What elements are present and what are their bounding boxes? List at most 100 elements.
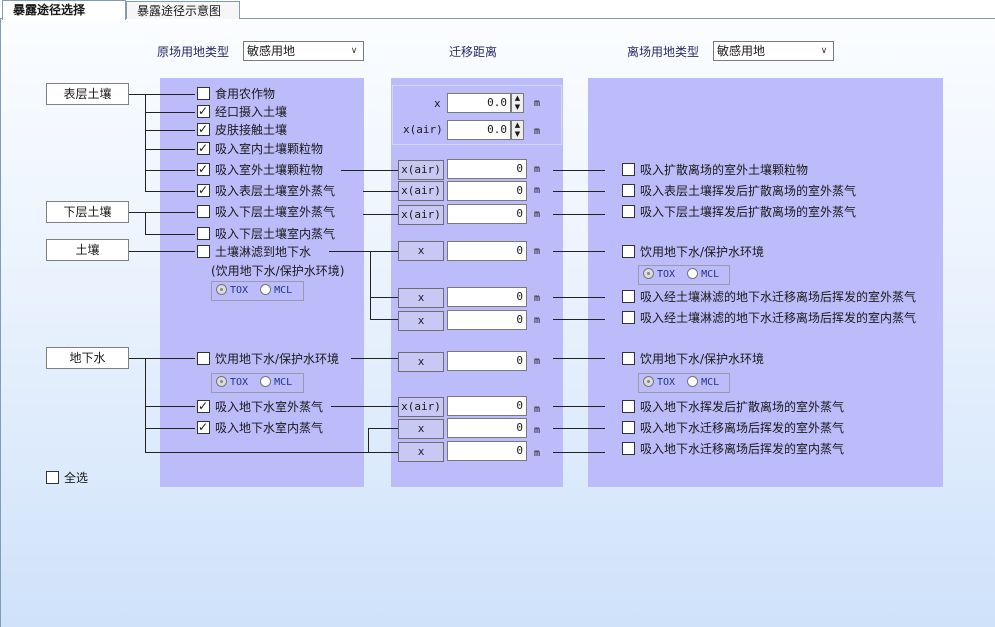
checkbox-label: 吸入经土壤淋滤的地下水迁移离场后挥发的室内蒸气 (640, 311, 917, 325)
unit-label: m (534, 164, 541, 175)
distance-tag: x (398, 352, 444, 372)
gw-indoor-vapor-checkbox[interactable]: 吸入地下水室内蒸气 (197, 419, 324, 436)
connector-line (329, 251, 398, 252)
gw-drink-checkbox[interactable]: 饮用地下水/保护水环境 (197, 351, 339, 367)
offsite-surface-vapor-checkbox[interactable]: 吸入表层土壤挥发后扩散离场的室外蒸气 (622, 183, 856, 199)
checkbox-label: 吸入室内土壤颗粒物 (215, 142, 324, 156)
oral-soil-checkbox[interactable]: 经口摄入土壤 (197, 103, 288, 120)
distance-input[interactable]: 0 (447, 287, 527, 307)
connector-line (145, 170, 195, 171)
checkbox-label: 吸入地下水室外蒸气 (215, 400, 324, 414)
checkbox-box (622, 245, 635, 258)
x-spinner[interactable]: ▲ ▼ (511, 93, 524, 113)
connector-line (370, 319, 398, 320)
sub-indoor-vapor-checkbox[interactable]: 吸入下层土壤室内蒸气 (197, 226, 335, 242)
checkbox-box (622, 184, 635, 197)
connector-line (553, 406, 605, 407)
radio-label: MCL (701, 377, 720, 388)
checkbox-box (622, 290, 635, 303)
checkbox-box (622, 311, 635, 324)
connector-line (341, 170, 398, 171)
distance-input[interactable]: 0 (447, 241, 527, 261)
checkbox-box (197, 161, 210, 177)
distance-input[interactable]: 0 (447, 310, 527, 330)
offsite-drink-gw2-checkbox[interactable]: 饮用地下水/保护水环境 (622, 351, 764, 367)
checkbox-box (622, 421, 635, 434)
connector-line (370, 251, 371, 320)
checkbox-label: 吸入下层土壤室外蒸气 (215, 205, 336, 219)
unit-label: m (534, 425, 541, 436)
indoor-particles-checkbox[interactable]: 吸入室内土壤颗粒物 (197, 140, 324, 157)
distance-input[interactable]: 0 (447, 204, 527, 224)
connector-line (129, 94, 145, 95)
unit-label: m (534, 209, 541, 220)
offsite-particles-checkbox[interactable]: 吸入扩散离场的室外土壤颗粒物 (622, 162, 808, 178)
checkbox-label: 经口摄入土壤 (215, 105, 288, 119)
offsite-type-label: 离场用地类型 (627, 45, 700, 59)
offsite-leach-indoor-checkbox[interactable]: 吸入经土壤淋滤的地下水迁移离场后挥发的室内蒸气 (622, 310, 916, 326)
source-site-type-value: 敏感用地 (247, 44, 296, 58)
checkbox-label: 食用农作物 (215, 87, 276, 101)
connector-line (145, 149, 195, 150)
default-x-air-input[interactable]: 0.0 (447, 120, 511, 140)
checkbox-box (197, 121, 210, 137)
connector-line (129, 358, 195, 359)
distance-input[interactable]: 0 (447, 159, 527, 179)
gw-outdoor-vapor-checkbox[interactable]: 吸入地下水室外蒸气 (197, 398, 324, 415)
connector-line (363, 214, 398, 215)
groundwater-box: 地下水 (46, 347, 129, 369)
distance-input[interactable]: 0 (447, 441, 527, 461)
tab-bar: 暴露途径选择 暴露途径示意图 (0, 0, 995, 20)
connector-line (351, 358, 398, 359)
source-site-type-select[interactable]: 敏感用地 ∨ (243, 41, 364, 61)
tox-radio[interactable] (643, 268, 654, 279)
dermal-soil-checkbox[interactable]: 皮肤接触土壤 (197, 121, 287, 138)
connector-line (553, 319, 605, 320)
offsite-leach-criteria-radio-group: TOX MCL (638, 265, 730, 285)
tab-exposure-pathway-selection[interactable]: 暴露途径选择 (2, 0, 126, 20)
connector-line (129, 212, 145, 213)
checkbox-box (197, 245, 210, 258)
unit-label: m (534, 246, 541, 257)
mcl-radio[interactable] (260, 376, 272, 387)
distance-input[interactable]: 0 (447, 396, 527, 416)
offsite-gw-migrate-indoor-checkbox[interactable]: 吸入地下水迁移离场后挥发的室内蒸气 (622, 441, 844, 457)
offsite-sub-vapor-checkbox[interactable]: 吸入下层土壤挥发后扩散离场的室外蒸气 (622, 204, 856, 220)
select-all-checkbox[interactable]: 全选 (46, 470, 88, 486)
outdoor-particles-checkbox[interactable]: 吸入室外土壤颗粒物 (197, 161, 323, 178)
offsite-drink-gw-checkbox[interactable]: 饮用地下水/保护水环境 (622, 244, 764, 260)
mcl-radio[interactable] (687, 268, 699, 279)
x-air-spinner[interactable]: ▲ ▼ (511, 120, 524, 140)
food-crops-checkbox[interactable]: 食用农作物 (197, 86, 275, 102)
connector-line (553, 214, 605, 215)
offsite-gw-diffuse-outdoor-checkbox[interactable]: 吸入地下水挥发后扩散离场的室外蒸气 (622, 399, 844, 415)
distance-input[interactable]: 0 (447, 418, 527, 438)
tox-radio[interactable] (216, 284, 227, 295)
sub-outdoor-vapor-checkbox[interactable]: 吸入下层土壤室外蒸气 (197, 204, 335, 220)
tox-radio[interactable] (216, 376, 227, 387)
mcl-radio[interactable] (260, 284, 272, 295)
checkbox-label: 吸入地下水室内蒸气 (215, 421, 324, 435)
default-x-input[interactable]: 0.0 (447, 93, 511, 113)
offsite-type-select[interactable]: 敏感用地 ∨ (713, 41, 834, 61)
checkbox-label: 吸入经土壤淋滤的地下水迁移离场后挥发的室外蒸气 (640, 290, 917, 304)
spin-up-icon: ▲ (514, 94, 521, 102)
mcl-radio[interactable] (687, 376, 699, 387)
surface-outdoor-vapor-checkbox[interactable]: 吸入表层土壤室外蒸气 (197, 182, 335, 199)
offsite-gw-migrate-outdoor-checkbox[interactable]: 吸入地下水迁移离场后挥发的室外蒸气 (622, 420, 844, 436)
leach-gw-checkbox[interactable]: 土壤淋滤到地下水 (197, 244, 311, 260)
distance-input[interactable]: 0 (447, 181, 527, 201)
offsite-leach-outdoor-checkbox[interactable]: 吸入经土壤淋滤的地下水迁移离场后挥发的室外蒸气 (622, 289, 916, 305)
tab-exposure-pathway-diagram[interactable]: 暴露途径示意图 (126, 1, 240, 19)
checkbox-box (622, 205, 635, 218)
connector-line (553, 251, 605, 252)
checkbox-box (197, 227, 210, 240)
distance-tag: x (398, 311, 444, 331)
checkbox-label: 吸入表层土壤挥发后扩散离场的室外蒸气 (640, 184, 857, 198)
chevron-down-icon: ∨ (820, 46, 828, 56)
checkbox-label: 吸入下层土壤挥发后扩散离场的室外蒸气 (640, 205, 857, 219)
connector-line (370, 297, 398, 298)
distance-input[interactable]: 0 (447, 351, 527, 371)
tox-radio[interactable] (643, 376, 654, 387)
checkbox-label: 吸入地下水迁移离场后挥发的室外蒸气 (640, 421, 845, 435)
